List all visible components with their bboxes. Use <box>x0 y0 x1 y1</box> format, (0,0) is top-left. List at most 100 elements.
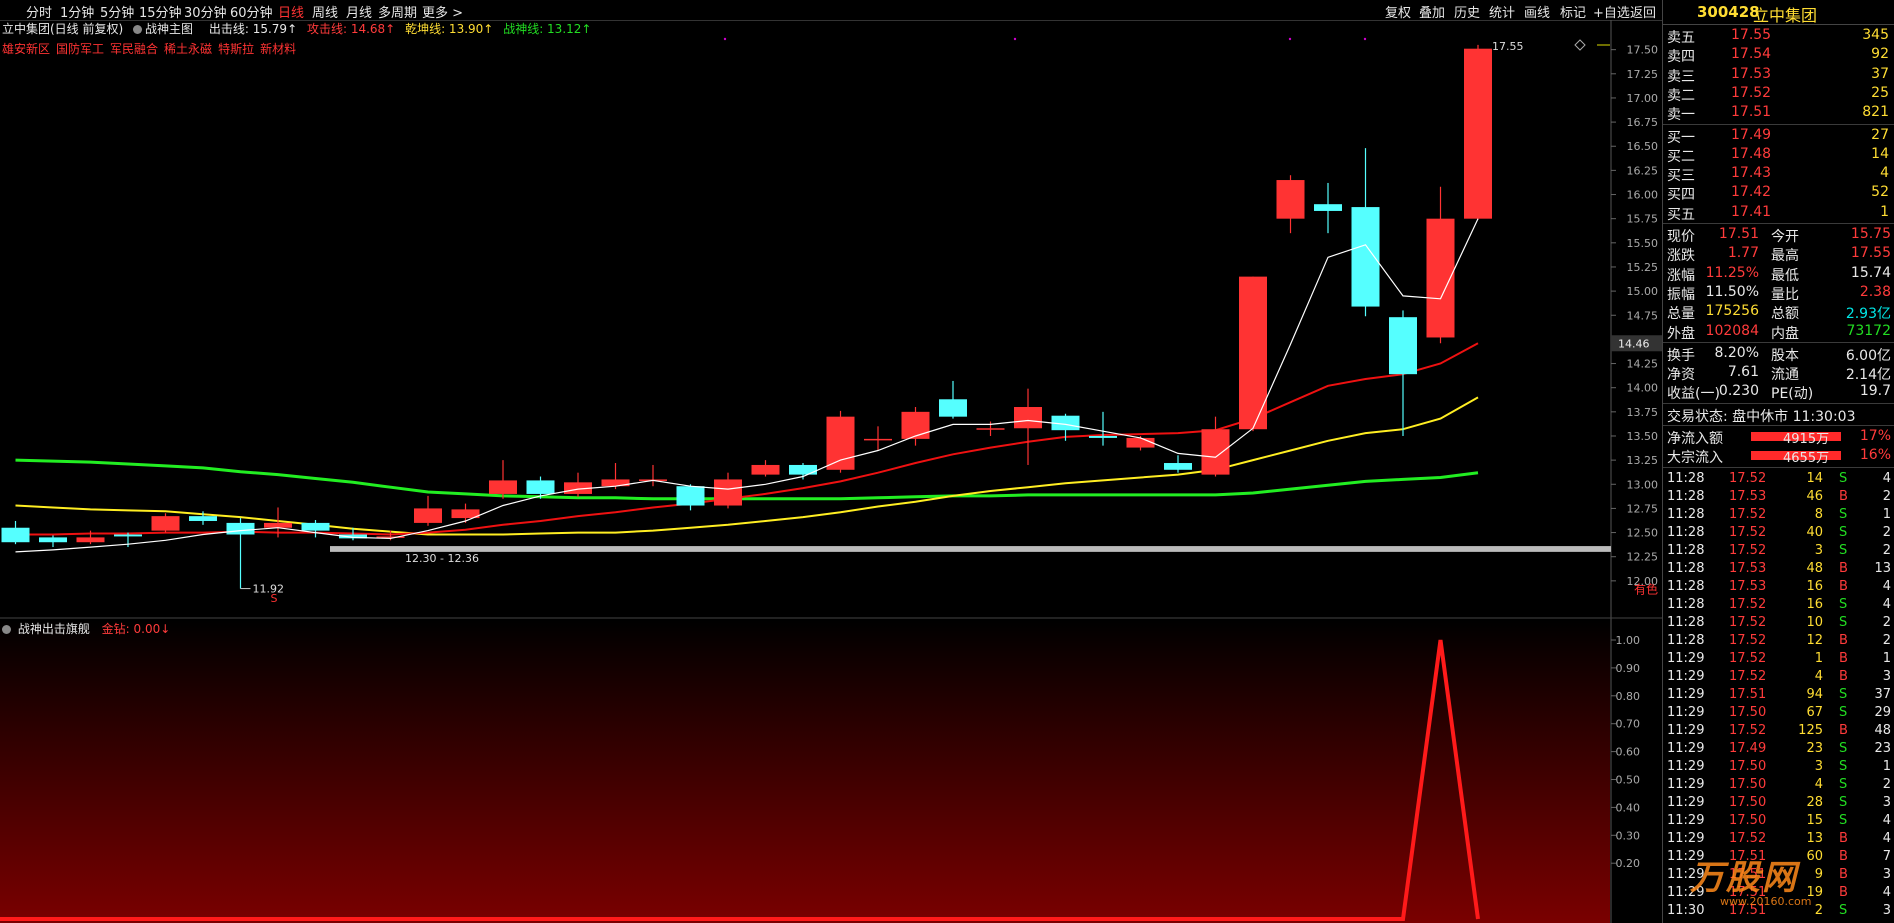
tick-volume: 2 <box>1814 902 1823 918</box>
quote-row: 振幅 11.50% 量比 2.38 <box>1663 283 1894 303</box>
tick-side: B <box>1839 830 1848 846</box>
ask-row[interactable]: 卖五 17.55 345 <box>1663 26 1894 46</box>
tick-side: B <box>1839 650 1848 666</box>
candle-body[interactable] <box>264 522 292 528</box>
tick-price: 17.50 <box>1729 794 1767 810</box>
bid-row[interactable]: 买四 17.42 52 <box>1663 183 1894 203</box>
divider <box>1663 223 1894 224</box>
candle-body[interactable] <box>526 480 555 494</box>
bid-row[interactable]: 买三 17.43 4 <box>1663 164 1894 184</box>
tick-price: 17.50 <box>1729 758 1767 774</box>
tick-volume: 48 <box>1806 560 1823 576</box>
candle-body[interactable] <box>826 416 855 470</box>
candle-body[interactable] <box>1164 463 1192 470</box>
quote-value: 175256 <box>1705 303 1759 320</box>
tick-volume: 4 <box>1814 776 1823 792</box>
candle-body[interactable] <box>301 522 330 531</box>
tick-count: 4 <box>1882 470 1891 486</box>
tick-side: B <box>1839 632 1848 648</box>
candle-body[interactable] <box>789 464 817 475</box>
quote-label: 总额 <box>1771 306 1799 323</box>
tick-volume: 3 <box>1814 758 1823 774</box>
order-volume: 92 <box>1871 46 1889 63</box>
candle-body[interactable] <box>1 527 30 543</box>
candle-body[interactable] <box>489 480 517 494</box>
watermark-logo: 万股网 www.20160.com <box>1690 850 1811 908</box>
tick-side: S <box>1839 704 1848 720</box>
tick-row: 11:28 17.52 3 S 2 <box>1663 542 1894 560</box>
candle-body[interactable] <box>751 464 780 475</box>
order-price: 17.42 <box>1731 184 1772 201</box>
fund-value: 8.20% <box>1714 344 1759 361</box>
candle-body[interactable] <box>76 537 105 543</box>
candle-body[interactable] <box>114 534 142 537</box>
candle-body[interactable] <box>901 411 930 439</box>
ask-row[interactable]: 卖一 17.51 821 <box>1663 103 1894 123</box>
tick-time: 11:29 <box>1667 740 1705 756</box>
candle-body[interactable] <box>1314 204 1342 211</box>
quote-label: 最高 <box>1771 248 1799 265</box>
candle-body[interactable] <box>414 508 442 523</box>
y-tick-label: 15.75 <box>1627 213 1659 226</box>
quote-row: 涨幅 11.25% 最低 15.74 <box>1663 264 1894 284</box>
candle-body[interactable] <box>1464 48 1492 219</box>
flow-label: 大宗流入 <box>1667 450 1723 467</box>
y-tick-label: 15.50 <box>1627 237 1659 250</box>
kline-chart[interactable]: 17.50 17.25 17.00 16.75 16.50 16.25 16.00 15.75… <box>0 0 1662 923</box>
tick-count: 2 <box>1882 488 1891 504</box>
ask-row[interactable]: 卖四 17.54 92 <box>1663 45 1894 65</box>
candle-body[interactable] <box>1014 407 1042 429</box>
range-label: 12.30 - 12.36 <box>405 552 479 565</box>
candle-body[interactable] <box>714 479 742 506</box>
diamond-icon <box>1574 39 1586 51</box>
tick-row: 11:28 17.52 8 S 1 <box>1663 506 1894 524</box>
bid-row[interactable]: 买五 17.41 1 <box>1663 203 1894 223</box>
candle-body[interactable] <box>864 438 892 441</box>
quote-value: 1.77 <box>1727 245 1759 262</box>
bid-row[interactable]: 买一 17.49 27 <box>1663 126 1894 146</box>
candle-body[interactable] <box>151 516 180 531</box>
quote-label: 总量 <box>1667 306 1695 323</box>
y-tick-label: 12.25 <box>1627 551 1659 564</box>
candle-body[interactable] <box>226 522 255 535</box>
candle-body[interactable] <box>1351 207 1380 307</box>
candle-body[interactable] <box>976 428 1005 430</box>
tick-row: 11:29 17.52 125 B 48 <box>1663 722 1894 740</box>
stock-name: 立中集团 <box>1753 6 1818 25</box>
tick-side: B <box>1839 884 1848 900</box>
tick-row: 11:29 17.52 13 B 4 <box>1663 830 1894 848</box>
ask-row[interactable]: 卖二 17.52 25 <box>1663 84 1894 104</box>
quote-value: 73172 <box>1846 322 1891 339</box>
divider <box>1663 425 1894 426</box>
bid-row[interactable]: 买二 17.48 14 <box>1663 145 1894 165</box>
divider <box>1663 123 1894 125</box>
ask-row[interactable]: 卖三 17.53 37 <box>1663 65 1894 85</box>
candle-body[interactable] <box>676 486 705 506</box>
tick-price: 17.53 <box>1729 488 1767 504</box>
y-tick-label: 14.00 <box>1627 382 1659 395</box>
candle-body[interactable] <box>1126 437 1155 448</box>
tick-count: 2 <box>1882 776 1891 792</box>
sub-chart-background <box>0 620 1610 923</box>
tick-volume: 12 <box>1806 632 1823 648</box>
tick-price: 17.52 <box>1729 668 1767 684</box>
tick-side: S <box>1839 596 1848 612</box>
candle-body[interactable] <box>1201 429 1230 475</box>
order-label: 买五 <box>1667 206 1695 223</box>
tick-row: 11:28 17.52 12 B 2 <box>1663 632 1894 650</box>
sub-toggle-icon[interactable] <box>2 625 11 634</box>
candle-body[interactable] <box>39 537 67 543</box>
candle-body[interactable] <box>1089 435 1117 438</box>
candle-body[interactable] <box>189 516 217 521</box>
tick-count: 3 <box>1882 902 1891 918</box>
tick-count: 13 <box>1874 560 1891 576</box>
ma-green-line <box>15 458 1479 501</box>
divider <box>1663 402 1894 404</box>
tick-count: 1 <box>1882 506 1891 522</box>
sub-y-tick-label: 0.90 <box>1616 662 1641 675</box>
candle-body[interactable] <box>1389 317 1417 375</box>
order-label: 买一 <box>1667 129 1695 146</box>
candle-body[interactable] <box>1276 180 1305 219</box>
order-label: 卖三 <box>1667 68 1695 85</box>
candle-body[interactable] <box>939 399 967 417</box>
